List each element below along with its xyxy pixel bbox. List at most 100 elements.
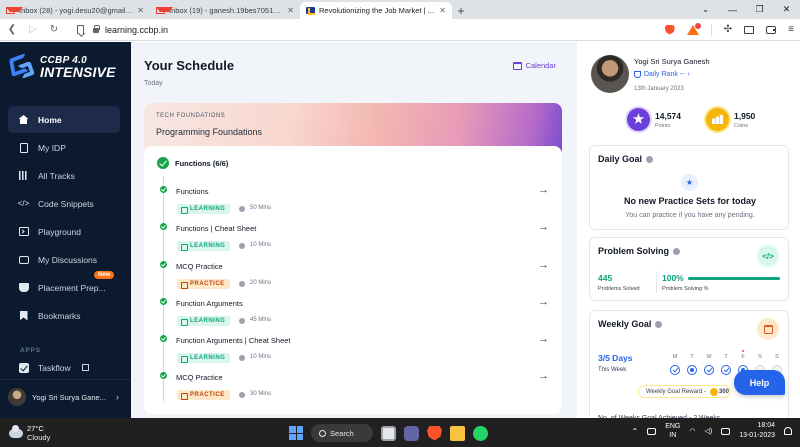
arrow-right-icon[interactable]: → bbox=[538, 221, 549, 233]
sidebar-item-playground[interactable]: Playground bbox=[8, 218, 120, 245]
taskbar-search[interactable]: Search bbox=[311, 424, 373, 442]
windows-taskbar: 27°C Cloudy Search ⌃ ENG IN ◠ ◁) 18:04 1… bbox=[0, 418, 800, 447]
star-icon: ★ bbox=[681, 174, 698, 191]
reload-icon[interactable]: ↻ bbox=[48, 24, 60, 35]
taskbar-clock[interactable]: 18:04 13-01-2023 bbox=[739, 421, 775, 441]
forward-icon[interactable]: ▷ bbox=[27, 24, 39, 35]
minimize-icon[interactable]: — bbox=[719, 5, 746, 15]
cloud-sync-icon[interactable] bbox=[647, 427, 657, 435]
file-explorer-icon[interactable] bbox=[450, 425, 465, 441]
info-icon[interactable] bbox=[655, 320, 663, 328]
arrow-right-icon[interactable]: → bbox=[538, 333, 549, 345]
bookmark-page-icon[interactable] bbox=[77, 25, 84, 34]
external-link-icon bbox=[81, 364, 89, 371]
maximize-icon[interactable]: ❐ bbox=[746, 4, 773, 15]
sidebar-item-my-discussions[interactable]: My Discussions bbox=[8, 246, 120, 273]
tab-label: Inbox (19) - ganesh.19bes7051@vitap... bbox=[169, 6, 284, 15]
arrow-right-icon[interactable]: → bbox=[538, 259, 549, 271]
notification-dot bbox=[694, 22, 701, 29]
close-tab-icon[interactable]: ✕ bbox=[137, 6, 144, 15]
url-text: learning.ccbp.in bbox=[105, 24, 169, 35]
help-button[interactable]: Help bbox=[734, 370, 785, 395]
avatar[interactable] bbox=[591, 55, 629, 93]
weekly-goal-reward: Weekly Goal Reward - 300 bbox=[638, 385, 731, 398]
close-tab-icon[interactable]: ✕ bbox=[287, 6, 294, 15]
gmail-icon bbox=[6, 7, 23, 14]
week-day-label: S bbox=[758, 354, 762, 360]
clock-icon bbox=[239, 281, 245, 287]
calendar-link[interactable]: Calendar bbox=[512, 61, 556, 70]
sidebar: CCBP 4.0 INTENSIVE Home My IDP All Track… bbox=[0, 42, 131, 418]
schedule-item[interactable]: MCQ Practice PRACTICE 30 Mins → bbox=[144, 370, 562, 407]
sidebar-user-menu[interactable]: Yogi Sri Surya Gane... › bbox=[8, 388, 119, 406]
task-view-icon[interactable] bbox=[381, 425, 396, 441]
topic-group-title: Functions (6/6) bbox=[175, 158, 229, 168]
whatsapp-icon[interactable] bbox=[473, 425, 488, 441]
arrow-right-icon[interactable]: → bbox=[538, 370, 549, 382]
taskflow-icon bbox=[18, 362, 29, 373]
apps-list: Taskflow bbox=[8, 354, 120, 382]
extensions-icon[interactable]: ✣ bbox=[724, 24, 732, 35]
chevron-right-icon: › bbox=[687, 71, 690, 78]
clock-time: 18:04 bbox=[757, 422, 775, 429]
browser-tab-gmail-1[interactable]: Inbox (28) - yogi.desu20@gmail.com ✕ bbox=[0, 2, 150, 19]
close-window-icon[interactable]: ✕ bbox=[773, 4, 800, 15]
sidebar-item-home[interactable]: Home bbox=[8, 106, 120, 133]
brave-browser-icon[interactable] bbox=[427, 425, 442, 441]
brave-rewards-icon[interactable] bbox=[686, 22, 701, 35]
arrow-right-icon[interactable]: → bbox=[538, 296, 549, 308]
schedule-item[interactable]: Function Arguments | Cheat Sheet LEARNIN… bbox=[144, 333, 562, 370]
sidebar-user-name: Yogi Sri Surya Gane... bbox=[32, 392, 106, 402]
ccbp-logo[interactable]: CCBP 4.0 INTENSIVE bbox=[8, 52, 116, 80]
sidebar-item-placement-prep[interactable]: Placement Prep... New bbox=[8, 271, 120, 301]
sidebar-item-taskflow[interactable]: Taskflow bbox=[8, 354, 120, 381]
daily-rank-link[interactable]: Daily Rank -- › bbox=[634, 71, 690, 78]
clock-icon bbox=[239, 392, 245, 398]
tab-search-icon[interactable]: ⌄ bbox=[692, 4, 719, 15]
sidebar-item-bookmarks[interactable]: Bookmarks bbox=[8, 302, 120, 329]
volume-icon[interactable]: ◁) bbox=[704, 427, 712, 435]
weekly-goal-title-text: Weekly Goal bbox=[598, 319, 652, 329]
schedule-item[interactable]: Function Arguments LEARNING 45 Mins → bbox=[144, 296, 562, 333]
weekly-goal-card: Weekly Goal 3/5 Days This Week M T W T F S S W… bbox=[589, 310, 789, 425]
wallet-icon[interactable] bbox=[766, 25, 777, 34]
info-icon[interactable] bbox=[673, 247, 681, 255]
brave-shield-icon[interactable] bbox=[664, 24, 675, 35]
sidebar-item-label: Playground bbox=[38, 226, 82, 237]
chevron-up-icon[interactable]: ⌃ bbox=[631, 427, 638, 436]
browser-tab-gmail-2[interactable]: Inbox (19) - ganesh.19bes7051@vitap... ✕ bbox=[150, 2, 300, 19]
learning-tag: LEARNING bbox=[177, 241, 231, 251]
address-bar[interactable]: learning.ccbp.in bbox=[93, 25, 656, 35]
sidebar-toggle-icon[interactable] bbox=[744, 25, 755, 34]
browser-tab-bar: Inbox (28) - yogi.desu20@gmail.com ✕ Inb… bbox=[0, 0, 800, 19]
windows-start-icon[interactable] bbox=[289, 426, 303, 440]
taskbar-search-label: Search bbox=[330, 428, 354, 438]
arrow-right-icon[interactable]: → bbox=[538, 184, 549, 196]
info-icon[interactable] bbox=[646, 155, 654, 163]
schedule-item[interactable]: Functions | Cheat Sheet LEARNING 10 Mins… bbox=[144, 221, 562, 258]
schedule-item[interactable]: Functions LEARNING 50 Mins → bbox=[144, 184, 562, 221]
new-tab-button[interactable]: + bbox=[452, 2, 470, 19]
notification-bell-icon[interactable] bbox=[784, 427, 792, 435]
close-tab-icon[interactable]: ✕ bbox=[439, 6, 446, 15]
menu-icon[interactable]: ≡ bbox=[788, 24, 794, 35]
briefcase-icon bbox=[18, 282, 29, 293]
topic-group-header[interactable]: Functions (6/6) bbox=[157, 157, 228, 169]
sidebar-item-code-snippets[interactable]: </> Code Snippets bbox=[8, 190, 120, 217]
problem-solving-card: Problem Solving </> 445 Problems Solved … bbox=[589, 237, 789, 301]
clock-icon bbox=[239, 243, 245, 249]
weather-widget[interactable]: 27°C Cloudy bbox=[9, 424, 50, 442]
sidebar-item-my-idp[interactable]: My IDP bbox=[8, 134, 120, 161]
browser-tab-active[interactable]: Revolutionizing the Job Market | ... ✕ bbox=[300, 2, 452, 19]
language-indicator[interactable]: ENG IN bbox=[665, 422, 680, 440]
week-day-status-icon bbox=[670, 365, 680, 375]
back-icon[interactable]: ❮ bbox=[6, 24, 18, 35]
schedule-item-duration: 30 Mins bbox=[250, 391, 272, 397]
wifi-icon[interactable]: ◠ bbox=[689, 427, 695, 435]
sidebar-item-all-tracks[interactable]: All Tracks bbox=[8, 162, 120, 189]
battery-icon[interactable] bbox=[721, 427, 731, 435]
teams-icon[interactable] bbox=[404, 425, 419, 441]
schedule-item[interactable]: MCQ Practice PRACTICE 20 Mins → bbox=[144, 259, 562, 296]
trophy-icon bbox=[634, 71, 641, 78]
schedule-card: Functions (6/6) Functions LEARNING 50 Mi… bbox=[144, 146, 562, 414]
